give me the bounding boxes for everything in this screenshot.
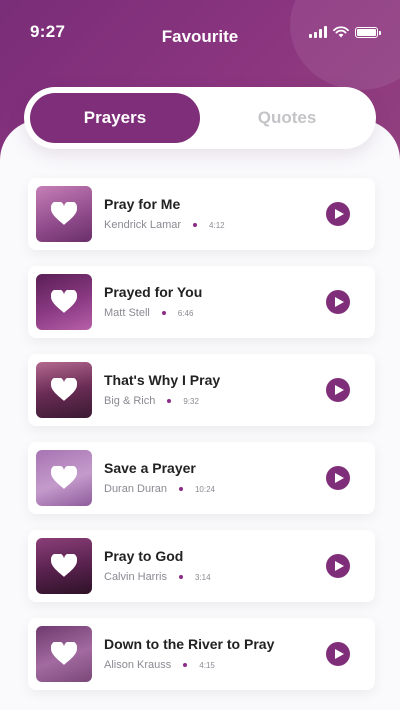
- song-duration: 4:15: [199, 660, 215, 670]
- song-title: Pray to God: [104, 548, 184, 564]
- album-art: [36, 186, 92, 242]
- artist-name: Matt Stell: [104, 307, 150, 319]
- song-title: Save a Prayer: [104, 460, 196, 476]
- separator-dot: [183, 663, 188, 667]
- list-item[interactable]: Pray to God Calvin Harris 3:14: [28, 530, 375, 602]
- list-item[interactable]: Save a Prayer Duran Duran 10:24: [28, 442, 375, 514]
- play-button[interactable]: [326, 378, 350, 402]
- song-meta: Duran Duran 10:24: [104, 483, 215, 495]
- artist-name: Big & Rich: [104, 395, 156, 407]
- song-duration: 6:46: [177, 308, 194, 318]
- list-item[interactable]: Prayed for You Matt Stell 6:46: [28, 266, 375, 338]
- heart-icon[interactable]: [51, 378, 77, 402]
- song-meta: Calvin Harris 3:14: [104, 571, 211, 583]
- play-button[interactable]: [326, 290, 350, 314]
- play-icon: [335, 473, 344, 483]
- tab-prayers[interactable]: Prayers: [30, 93, 200, 143]
- song-duration: 10:24: [194, 484, 216, 494]
- song-meta: Big & Rich 9:32: [104, 395, 199, 407]
- song-title: That's Why I Pray: [104, 372, 221, 388]
- status-bar: 9:27 Favourite: [0, 0, 400, 70]
- separator-dot: [167, 399, 172, 403]
- separator-dot: [178, 575, 183, 579]
- separator-dot: [178, 487, 183, 491]
- album-art: [36, 274, 92, 330]
- page-title: Favourite: [161, 27, 239, 46]
- album-art: [36, 538, 92, 594]
- song-title: Down to the River to Pray: [104, 636, 275, 652]
- heart-icon[interactable]: [51, 554, 77, 578]
- album-art: [36, 362, 92, 418]
- artist-name: Calvin Harris: [104, 571, 167, 583]
- artist-name: Duran Duran: [104, 483, 167, 495]
- song-meta: Alison Krauss 4:15: [104, 659, 215, 671]
- tab-quotes[interactable]: Quotes: [204, 93, 370, 143]
- play-icon: [335, 649, 344, 659]
- song-duration: 4:12: [209, 220, 225, 230]
- play-button[interactable]: [326, 642, 350, 666]
- song-title: Pray for Me: [104, 196, 181, 212]
- segmented-control: Prayers Quotes: [24, 87, 376, 149]
- play-icon: [335, 385, 344, 395]
- play-button[interactable]: [326, 202, 350, 226]
- heart-icon[interactable]: [51, 290, 77, 314]
- play-icon: [335, 209, 344, 219]
- list-item[interactable]: Pray for Me Kendrick Lamar 4:12: [28, 178, 375, 250]
- song-meta: Matt Stell 6:46: [104, 307, 193, 319]
- heart-icon[interactable]: [51, 202, 77, 226]
- list-item[interactable]: Down to the River to Pray Alison Krauss …: [28, 618, 375, 690]
- album-art: [36, 450, 92, 506]
- song-meta: Kendrick Lamar 4:12: [104, 219, 225, 231]
- play-icon: [335, 297, 344, 307]
- artist-name: Kendrick Lamar: [104, 219, 182, 231]
- list-item[interactable]: That's Why I Pray Big & Rich 9:32: [28, 354, 375, 426]
- play-icon: [335, 561, 344, 571]
- play-button[interactable]: [326, 554, 350, 578]
- play-button[interactable]: [326, 466, 350, 490]
- heart-icon[interactable]: [51, 466, 77, 490]
- artist-name: Alison Krauss: [104, 659, 172, 671]
- separator-dot: [193, 223, 198, 227]
- song-duration: 3:14: [194, 572, 211, 582]
- song-title: Prayed for You: [104, 284, 203, 300]
- heart-icon[interactable]: [51, 642, 77, 666]
- separator-dot: [161, 311, 166, 315]
- song-duration: 9:32: [183, 396, 199, 406]
- album-art: [36, 626, 92, 682]
